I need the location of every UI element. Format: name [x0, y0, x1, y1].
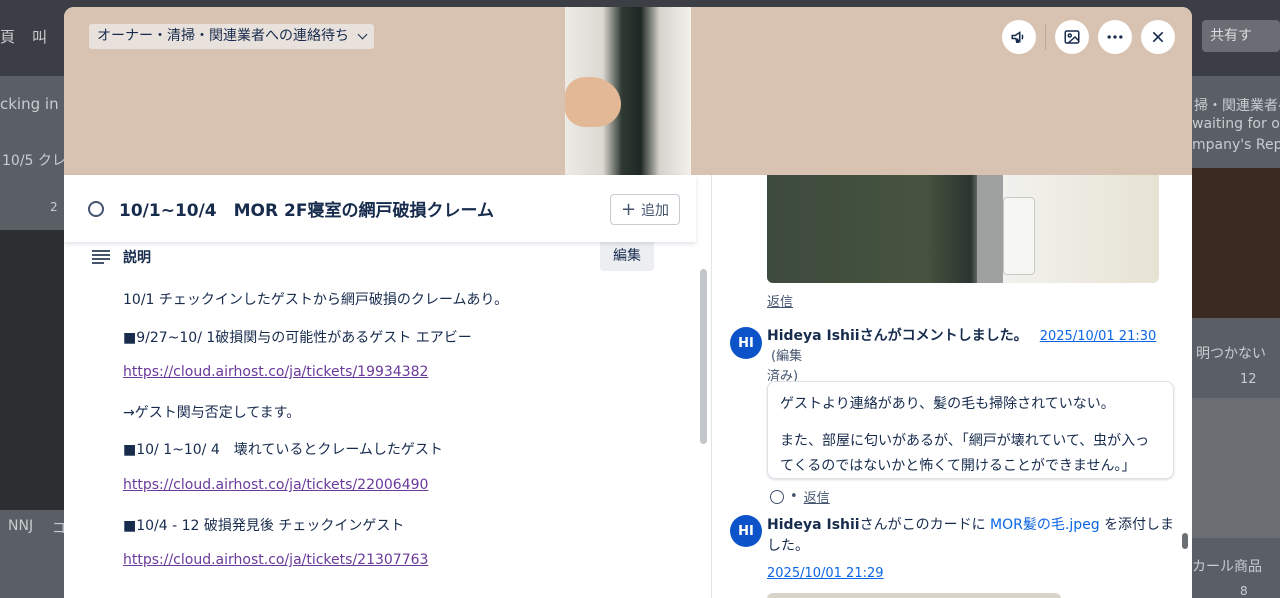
comment-text: また、部屋に匂いがあるが、「網戸が壊れていて、虫が入ってくるのではないかと怖くて… — [780, 433, 1150, 474]
ticket-link[interactable]: https://cloud.airhost.co/ja/tickets/2130… — [123, 552, 428, 568]
list-selector[interactable]: オーナー・清掃・関連業者への連絡待ち — [89, 24, 374, 49]
description-line: 10/1 チェックインしたゲストから網戸破損のクレームあり。 — [123, 292, 509, 308]
more-button[interactable] — [1098, 20, 1132, 54]
attachment-author: Hideya Ishii — [767, 517, 860, 533]
card-title-row: 10/1~10/4 MOR 2F寝室の網戸破損クレーム + 追加 — [64, 175, 696, 242]
activity-scrollbar[interactable] — [1182, 533, 1188, 549]
bg-card-title-right3: カール商品 — [1192, 559, 1262, 575]
attachment-image[interactable] — [767, 175, 1159, 283]
bg-card-text: NNJ — [8, 518, 34, 534]
cover-image-hand — [565, 77, 621, 127]
bg-card-image-right — [1192, 168, 1280, 318]
bg-card-image-right2 — [1192, 398, 1280, 538]
activity-pane: 返信 HI Hideya Ishiiさんがコメントしました。 2025/10/0… — [712, 175, 1192, 598]
bg-card-image — [0, 230, 64, 510]
bg-card-count-right3: 8 — [1240, 584, 1248, 598]
bg-card-count-right: 12 — [1240, 372, 1257, 387]
close-icon — [1152, 31, 1164, 43]
attachment-file-link[interactable]: MOR髪の毛.jpeg — [990, 517, 1100, 533]
card-title[interactable]: 10/1~10/4 MOR 2F寝室の網戸破損クレーム — [119, 196, 494, 221]
add-label: 追加 — [641, 202, 670, 219]
comment-reply-link[interactable]: 返信 — [804, 487, 830, 506]
comment-timestamp[interactable]: 2025/10/01 21:30 — [1040, 329, 1157, 344]
description-header: 説明 — [92, 247, 151, 267]
add-button[interactable]: + 追加 — [610, 194, 680, 225]
dot-separator: • — [790, 489, 798, 504]
comment-author: Hideya Ishiiさんがコメントしました。 — [767, 328, 1028, 344]
plus-icon: + — [620, 198, 637, 220]
megaphone-button[interactable] — [1002, 20, 1036, 54]
image-icon — [1064, 30, 1080, 44]
card-main-pane: 10/1~10/4 MOR 2F寝室の網戸破損クレーム + 追加 説明 編集 1… — [64, 175, 696, 598]
description-link-line: https://cloud.airhost.co/ja/tickets/2200… — [123, 477, 663, 515]
cover-image-button[interactable] — [1055, 20, 1089, 54]
description-icon — [92, 250, 110, 264]
comment-text: ゲストより連絡があり、髪の毛も掃除されていない。 — [780, 396, 1115, 412]
header-divider — [1045, 24, 1046, 50]
bg-list-title-right: 掃・関連業者へ — [1194, 98, 1280, 114]
description-line: →ゲスト関与否定してます。 — [123, 404, 301, 421]
chevron-down-icon — [357, 29, 368, 40]
comment-meta: Hideya Ishiiさんがコメントしました。 2025/10/01 21:3… — [767, 326, 1177, 387]
reply-link[interactable]: 返信 — [767, 291, 793, 310]
main-pane-scrollbar[interactable] — [700, 269, 707, 444]
card-detail-modal: オーナー・清掃・関連業者への連絡待ち 10/1~10/4 MOR 2F寝室の網戸… — [64, 7, 1192, 598]
description-line: ■10/4 - 12 破損発見後 チェックインゲスト — [123, 517, 405, 534]
megaphone-icon — [1011, 31, 1024, 43]
bg-card-title: 10/5 クレ — [2, 153, 66, 169]
ticket-link[interactable]: https://cloud.airhost.co/ja/tickets/2200… — [123, 477, 428, 493]
attachment-meta: Hideya Ishiiさんがこのカードに MOR髪の毛.jpeg を添付しまし… — [767, 515, 1177, 557]
share-button[interactable]: 共有す — [1202, 20, 1280, 52]
description-line: ■10/ 1~10/ 4 壊れているとクレームしたゲスト — [123, 442, 443, 459]
edited-label: (編集 — [771, 349, 803, 364]
avatar[interactable]: HI — [730, 327, 762, 359]
attachment-action: さんがこのカードに — [859, 517, 986, 533]
board-menu-fragment: 叫 — [32, 28, 48, 46]
ticket-link[interactable]: https://cloud.airhost.co/ja/tickets/1993… — [123, 364, 428, 380]
description-line: ■9/27~10/ 1破損関与の可能性があるゲスト エアビー — [123, 329, 472, 346]
header-actions — [993, 20, 1175, 54]
description-label: 説明 — [123, 250, 151, 266]
image-window-handle — [1003, 197, 1035, 275]
card-cover: オーナー・清掃・関連業者への連絡待ち — [64, 7, 1192, 175]
attachment-thumbnail[interactable] — [767, 593, 1061, 598]
bg-card-title-right: 明つかない — [1196, 346, 1266, 362]
cover-image — [565, 7, 691, 175]
more-icon — [1107, 35, 1123, 39]
avatar[interactable]: HI — [730, 515, 762, 547]
comment-body: ゲストより連絡があり、髪の毛も掃除されていない。 また、部屋に匂いがあるが、「網… — [767, 381, 1174, 479]
bg-list-sub-right2: mpany's Rep — [1192, 137, 1280, 153]
image-window-frame — [977, 175, 1003, 283]
complete-checkbox[interactable] — [88, 201, 104, 217]
close-button[interactable] — [1141, 20, 1175, 54]
add-reaction-icon[interactable] — [770, 489, 784, 504]
description-body: 10/1 チェックインしたゲストから網戸破損のクレームあり。 ■9/27~10/… — [123, 289, 663, 590]
bg-list-sub-right: waiting for ov — [1192, 116, 1280, 132]
description-link-line: https://cloud.airhost.co/ja/tickets/1993… — [123, 364, 663, 402]
edit-description-button[interactable]: 編集 — [600, 239, 654, 271]
attachment-timestamp-wrap: 2025/10/01 21:29 — [767, 564, 884, 584]
comment-actions: • 返信 — [770, 487, 830, 506]
list-name: オーナー・清掃・関連業者への連絡待ち — [97, 28, 349, 44]
bg-card-count: 2 — [50, 200, 58, 214]
description-link-line: https://cloud.airhost.co/ja/tickets/2130… — [123, 552, 663, 590]
attachment-timestamp[interactable]: 2025/10/01 21:29 — [767, 566, 884, 581]
board-title-fragment: 頁 — [0, 28, 16, 46]
